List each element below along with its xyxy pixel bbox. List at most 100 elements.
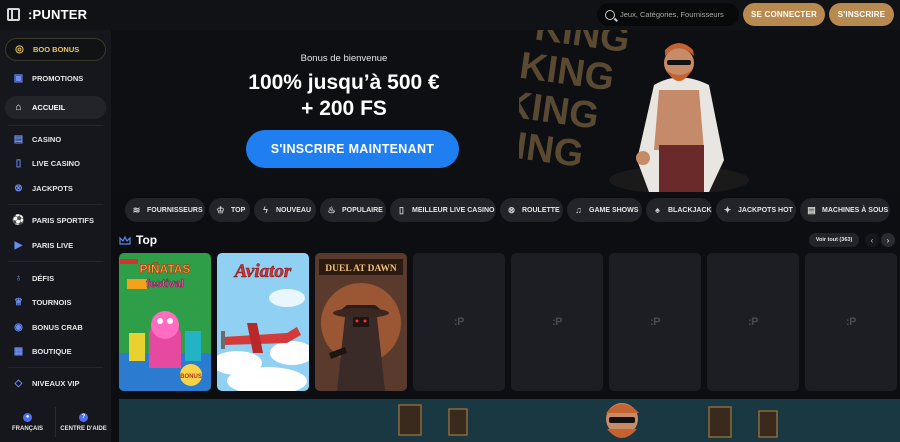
roulette-icon: ⊗ [507,204,516,215]
search-box[interactable] [597,3,739,26]
chip-roulette[interactable]: ⊗ ROULETTE [500,198,563,222]
sidebar-divider [8,367,103,368]
sidebar-item-sports[interactable]: ⚽ PARIS SPORTIFS [5,209,106,232]
diamond-icon: ◇ [14,377,23,389]
game-tile-placeholder[interactable]: :P [609,253,701,391]
game-title: DUEL AT DAWN [325,264,397,274]
chip-slot-machines[interactable]: ▤ MACHINES À SOUS [800,198,890,222]
chip-new[interactable]: ϟ NOUVEAU [254,198,316,222]
chip-top[interactable]: ♔ TOP [209,198,250,222]
sidebar-item-home[interactable]: ⌂ ACCUEIL [5,96,106,119]
live-icon: ▯ [399,204,404,215]
game-tile-placeholder[interactable]: :P [511,253,603,391]
sidebar-item-challenges[interactable]: ♁ DÉFIS [5,267,106,290]
live-icon: ▯ [15,157,22,169]
game-tile[interactable]: PIÑATAS festival BONUS [119,253,211,391]
logo[interactable]: :PUNTER [28,7,87,22]
game-tile-placeholder[interactable]: :P [413,253,505,391]
sidebar-footer: ● FRANÇAIS ? CENTRE D'AIDE [0,402,111,442]
sidebar-item-jackpots[interactable]: ⊗ JACKPOTS [5,177,106,200]
chip-popular[interactable]: ♨ POPULAIRE [320,198,386,222]
live-bet-icon: ▶ [14,239,23,251]
chevron-left-icon: ‹ [870,235,874,245]
game-tile-placeholder[interactable]: :P [707,253,799,391]
hero-title: 100% jusqu’à 500 € + 200 FS [111,70,577,122]
top-bar: :PUNTER SE CONNECTER S'INSCRIRE [0,0,900,30]
trophy-icon: ♕ [14,296,23,308]
home-icon: ⌂ [15,101,22,113]
placeholder-logo: :P [650,316,661,328]
game-thumbnail: PIÑATAS festival BONUS [119,253,211,391]
sidebar-item-casino[interactable]: ▤ CASINO [5,128,106,151]
sidebar: ◎ BOO BONUS ▣ PROMOTIONS ⌂ ACCUEIL ▤ CASINO … [0,30,111,442]
sidebar-item-promotions[interactable]: ▣ PROMOTIONS [5,67,106,90]
section-title: Top [136,233,158,247]
challenge-icon: ♁ [14,272,23,284]
placeholder-logo: :P [846,316,857,328]
sidebar-item-tournaments[interactable]: ♕ TOURNOIS [5,291,106,314]
promo-banner[interactable] [119,399,900,442]
sidebar-divider [8,125,103,126]
welcome-banner: KING KING KING KING Bonus de bienvenue 1… [111,30,900,192]
placeholder-logo: :P [454,316,465,328]
slot-icon: ▤ [13,133,24,145]
game-thumbnail: DUEL AT DAWN [315,253,407,391]
bonus-icon: ◎ [15,43,24,55]
sidebar-item-live-casino[interactable]: ▯ LIVE CASINO [5,152,106,175]
placeholder-logo: :P [748,316,759,328]
game-badge: BONUS [180,374,202,380]
sidebar-item-live-bets[interactable]: ▶ PARIS LIVE [5,234,106,257]
hero-subtitle: Bonus de bienvenue [300,53,388,64]
globe-icon: ● [23,412,32,422]
crown-icon [119,235,131,245]
search-input[interactable] [620,10,738,19]
help-center-button[interactable]: ? CENTRE D'AIDE [56,402,111,442]
jackpot-icon: ⊗ [14,182,23,194]
signup-button[interactable]: S'INSCRIRE [829,3,894,26]
sidebar-item-boo-bonus[interactable]: ◎ BOO BONUS [5,38,106,61]
layers-icon: ≋ [132,204,141,215]
language-button[interactable]: ● FRANÇAIS [0,402,55,442]
chip-blackjack[interactable]: ♠ BLACKJACK [646,198,712,222]
chip-best-live-casino[interactable]: ▯ MEILLEUR LIVE CASINO [390,198,496,222]
chip-providers[interactable]: ≋ FOURNISSEURS [125,198,205,222]
hero-title-line: 100% jusqu’à 500 € [248,71,440,94]
flame-icon: ♨ [327,204,336,215]
section-header: Top [119,233,157,247]
carousel-next-button[interactable]: › [881,233,895,247]
help-icon: ? [79,412,88,422]
chevron-right-icon: › [886,235,890,245]
sidebar-item-vip[interactable]: ◇ NIVEAUX VIP [5,372,106,395]
game-title: festival [146,278,184,290]
sidebar-toggle-icon[interactable] [7,8,20,21]
sidebar-item-shop[interactable]: ▦ BOUTIQUE [5,340,106,363]
game-tile-placeholder[interactable]: :P [805,253,897,391]
game-thumbnail: Aviator [217,253,309,391]
search-icon [605,9,615,20]
see-all-button[interactable]: Voir tout (363) [809,233,859,247]
sidebar-divider [8,204,103,205]
promo-illustration [119,399,900,442]
mic-icon: ♫ [575,205,582,215]
signup-cta-button[interactable]: S'INSCRIRE MAINTENANT [246,130,459,168]
chip-jackpots-hot[interactable]: ✦ JACKPOTS HOT [716,198,796,222]
game-tile[interactable]: Aviator [217,253,309,391]
game-title: Aviator [234,261,292,282]
game-title: PIÑATAS [140,261,191,276]
login-button[interactable]: SE CONNECTER [743,3,825,26]
hot-icon: ✦ [723,204,732,215]
slot-icon: ▤ [807,204,816,215]
game-tile[interactable]: DUEL AT DAWN [315,253,407,391]
chip-game-shows[interactable]: ♫ GAME SHOWS [567,198,642,222]
placeholder-logo: :P [552,316,563,328]
sidebar-item-bonus-crab[interactable]: ◉ BONUS CRAB [5,316,106,339]
spade-icon: ♠ [655,205,660,215]
sidebar-divider [8,261,103,262]
carousel-prev-button[interactable]: ‹ [865,233,879,247]
crown-icon: ♔ [216,204,225,215]
bolt-icon: ϟ [263,205,268,215]
crab-icon: ◉ [14,321,23,333]
hero-title-line: + 200 FS [301,97,387,120]
gift-icon: ▣ [13,72,24,84]
shop-icon: ▦ [13,345,24,357]
